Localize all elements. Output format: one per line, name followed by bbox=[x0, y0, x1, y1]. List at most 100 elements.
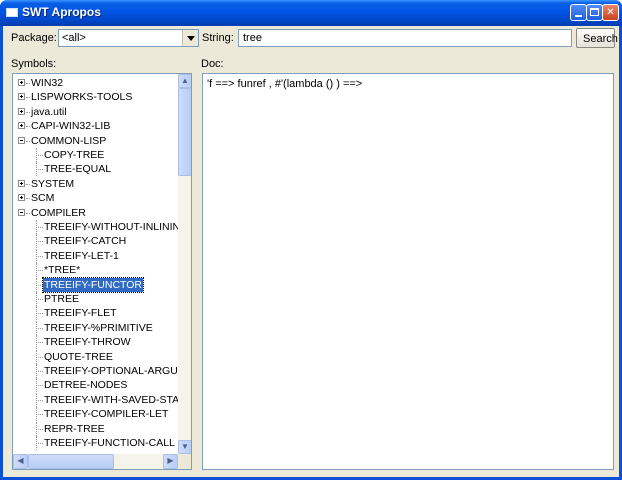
tree-connector bbox=[36, 327, 43, 329]
expand-icon[interactable] bbox=[18, 122, 25, 130]
scroll-right-button[interactable]: ▶ bbox=[163, 454, 178, 469]
tree-item-label: TREEIFY-FLET bbox=[44, 307, 117, 320]
close-button[interactable]: ✕ bbox=[602, 4, 619, 21]
tree-item-label: TREEIFY-FUNCTOR bbox=[41, 276, 145, 293]
tree-item[interactable]: TREEIFY-FUNCTOR bbox=[13, 276, 178, 293]
tree-item[interactable]: CAPI-WIN32-LIB bbox=[13, 119, 178, 133]
expand-icon[interactable] bbox=[18, 179, 25, 187]
title-bar[interactable]: SWT Apropos ✕ bbox=[0, 0, 622, 26]
tree-item[interactable]: COMPILER bbox=[13, 206, 178, 220]
symbols-tree[interactable]: WIN32 LISPWORKS-TOOLS java.util CAPI-WIN32-… bbox=[12, 73, 192, 470]
string-input[interactable] bbox=[238, 29, 572, 47]
tree-item-label: SCM bbox=[31, 192, 55, 205]
tree-item[interactable]: QUOTE-TREE bbox=[13, 349, 178, 364]
tree-item-label: PTREE bbox=[44, 293, 80, 305]
package-label: Package: bbox=[11, 32, 57, 44]
collapse-icon[interactable] bbox=[18, 136, 25, 144]
horizontal-scrollbar[interactable]: ◀ ▶ bbox=[13, 454, 178, 469]
tree-connector bbox=[36, 169, 43, 171]
tree-item-label: *TREE* bbox=[44, 264, 81, 277]
tree-item-label: DETREE-NODES bbox=[44, 379, 128, 392]
minimize-button[interactable] bbox=[570, 4, 587, 21]
scrollbar-corner bbox=[178, 454, 191, 469]
maximize-button[interactable] bbox=[586, 4, 603, 21]
tree-item-label: QUOTE-TREE bbox=[44, 350, 113, 363]
tree-connector bbox=[36, 270, 43, 272]
tree-item[interactable]: TREEIFY-LET-1 bbox=[13, 248, 178, 263]
tree-connector bbox=[36, 241, 43, 243]
tree-item-label: TREEIFY-%PRIMITIVE bbox=[44, 321, 153, 334]
symbols-label: Symbols: bbox=[11, 58, 57, 70]
tree-item-label: TREE-EQUAL bbox=[44, 163, 112, 176]
tree-item-label: REPR-TREE bbox=[44, 422, 105, 435]
package-combo[interactable]: <all> bbox=[58, 29, 199, 47]
tree-connector bbox=[36, 414, 43, 416]
collapse-icon[interactable] bbox=[18, 208, 25, 216]
tree-connector bbox=[36, 371, 43, 372]
horizontal-scroll-thumb[interactable] bbox=[28, 454, 114, 469]
string-label: String: bbox=[202, 32, 234, 44]
tree-item[interactable]: *TREE* bbox=[13, 263, 178, 278]
tree-connector bbox=[36, 356, 43, 358]
tree-item[interactable]: COMMON-LISP bbox=[13, 134, 178, 148]
tree-item-label: TREEIFY-FUNCTION-CALL bbox=[44, 437, 175, 449]
tree-item[interactable]: TREEIFY-CATCH bbox=[13, 234, 178, 249]
tree-item-label: TREEIFY-COMPILER-LET bbox=[44, 408, 169, 421]
vertical-scroll-thumb[interactable] bbox=[178, 88, 191, 176]
chevron-down-icon: ▼ bbox=[181, 442, 189, 451]
tree-item[interactable]: LISPWORKS-TOOLS bbox=[13, 90, 178, 104]
vertical-scrollbar[interactable]: ▲ ▼ bbox=[178, 74, 191, 454]
tree-connector bbox=[36, 399, 43, 401]
expand-icon[interactable] bbox=[18, 79, 25, 86]
tree-connector bbox=[36, 385, 43, 387]
tree-connector bbox=[36, 299, 43, 300]
scroll-up-button[interactable]: ▲ bbox=[178, 74, 191, 88]
tree-item[interactable]: TREEIFY-%PRIMITIVE bbox=[13, 320, 178, 335]
tree-item[interactable]: COPY-TREE bbox=[13, 148, 178, 162]
search-button[interactable]: Search bbox=[576, 28, 618, 48]
tree-connector bbox=[36, 342, 43, 344]
tree-item-label: TREEIFY-CATCH bbox=[44, 235, 127, 248]
chevron-left-icon: ◀ bbox=[17, 456, 24, 465]
doc-label: Doc: bbox=[201, 58, 224, 70]
scroll-left-button[interactable]: ◀ bbox=[13, 454, 28, 469]
scroll-down-button[interactable]: ▼ bbox=[178, 440, 191, 454]
tree-item-label: TREEIFY-OPTIONAL-ARGUMEN bbox=[44, 365, 192, 377]
doc-panel[interactable]: 'f ==> funref , #'(lambda () ) ==> bbox=[202, 73, 614, 470]
expand-icon[interactable] bbox=[18, 194, 25, 202]
tree-item[interactable]: TREEIFY-FUNCTION-CALL bbox=[13, 436, 178, 450]
tree-item[interactable]: TREEIFY-OPTIONAL-ARGUMEN bbox=[13, 364, 191, 378]
tree-item[interactable]: java.util bbox=[13, 105, 178, 119]
tree-item[interactable]: SYSTEM bbox=[13, 177, 178, 191]
expand-icon[interactable] bbox=[18, 107, 25, 115]
close-icon: ✕ bbox=[606, 7, 615, 18]
tree-item-label: CAPI-WIN32-LIB bbox=[31, 120, 111, 133]
tree-item[interactable]: TREEIFY-WITHOUT-INLINING bbox=[13, 220, 188, 234]
tree-item[interactable]: PTREE bbox=[13, 292, 178, 306]
tree-connector bbox=[36, 284, 43, 286]
tree-item-label: TREEIFY-WITH-SAVED-STACK bbox=[44, 393, 192, 406]
tree-item[interactable]: TREEIFY-WITH-SAVED-STACK bbox=[13, 392, 191, 407]
package-combo-value: <all> bbox=[62, 32, 86, 44]
tree-item[interactable]: TREE-EQUAL bbox=[13, 162, 178, 177]
tree-item[interactable]: TREEIFY-THROW bbox=[13, 335, 178, 350]
tree-item-label: COMMON-LISP bbox=[31, 134, 107, 147]
chevron-down-icon bbox=[187, 36, 195, 41]
tree-item-label: TREEIFY-THROW bbox=[44, 336, 131, 349]
doc-text: 'f ==> funref , #'(lambda () ) ==> bbox=[207, 78, 363, 90]
tree-item[interactable]: REPR-TREE bbox=[13, 421, 178, 436]
package-combo-button[interactable] bbox=[182, 30, 198, 46]
tree-item-label: java.util bbox=[31, 105, 67, 118]
tree-item[interactable]: SCM bbox=[13, 191, 178, 205]
tree-connector bbox=[36, 443, 43, 444]
tree-connector bbox=[36, 155, 43, 156]
tree-item-label: WIN32 bbox=[31, 77, 64, 89]
app-window: SWT Apropos ✕ Package: <all> String: Sea… bbox=[0, 0, 622, 480]
expand-icon[interactable] bbox=[18, 93, 25, 101]
tree-item[interactable]: WIN32 bbox=[13, 76, 178, 90]
chevron-right-icon: ▶ bbox=[167, 456, 174, 465]
tree-item[interactable]: TREEIFY-COMPILER-LET bbox=[13, 407, 178, 422]
tree-item[interactable]: DETREE-NODES bbox=[13, 378, 178, 393]
tree-item-label: TREEIFY-WITHOUT-INLINING bbox=[44, 221, 189, 233]
tree-item[interactable]: TREEIFY-FLET bbox=[13, 306, 178, 321]
